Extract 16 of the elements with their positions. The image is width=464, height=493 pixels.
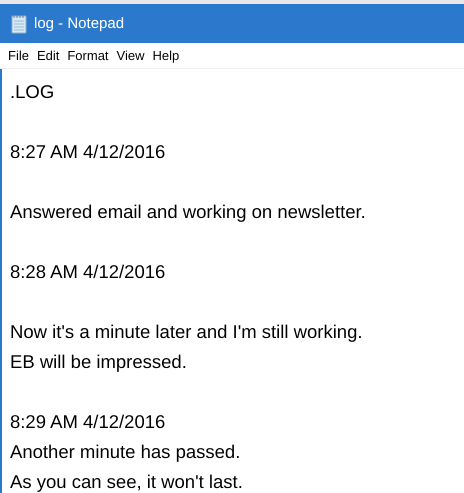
text-line: Now it's a minute later and I'm still working. <box>10 320 363 344</box>
text-line: As you can see, it won't last. <box>10 470 243 493</box>
text-line: Answered email and working on newsletter. <box>10 200 366 224</box>
notepad-icon <box>10 14 28 34</box>
text-line: EB will be impressed. <box>10 350 187 374</box>
menu-item[interactable]: File <box>4 48 33 63</box>
text-line: 8:28 AM 4/12/2016 <box>10 260 166 284</box>
menu-item[interactable]: Help <box>148 48 184 63</box>
menu-item[interactable]: Format <box>63 48 113 63</box>
menu-item[interactable]: Edit <box>32 48 64 63</box>
text-line: Another minute has passed. <box>10 440 240 464</box>
text-line: 8:29 AM 4/12/2016 <box>10 410 166 434</box>
menu-item[interactable]: View <box>112 48 148 63</box>
text-line: .LOG <box>10 80 54 104</box>
text-line: 8:27 AM 4/12/2016 <box>10 140 166 164</box>
window-title: log - Notepad <box>34 15 124 32</box>
